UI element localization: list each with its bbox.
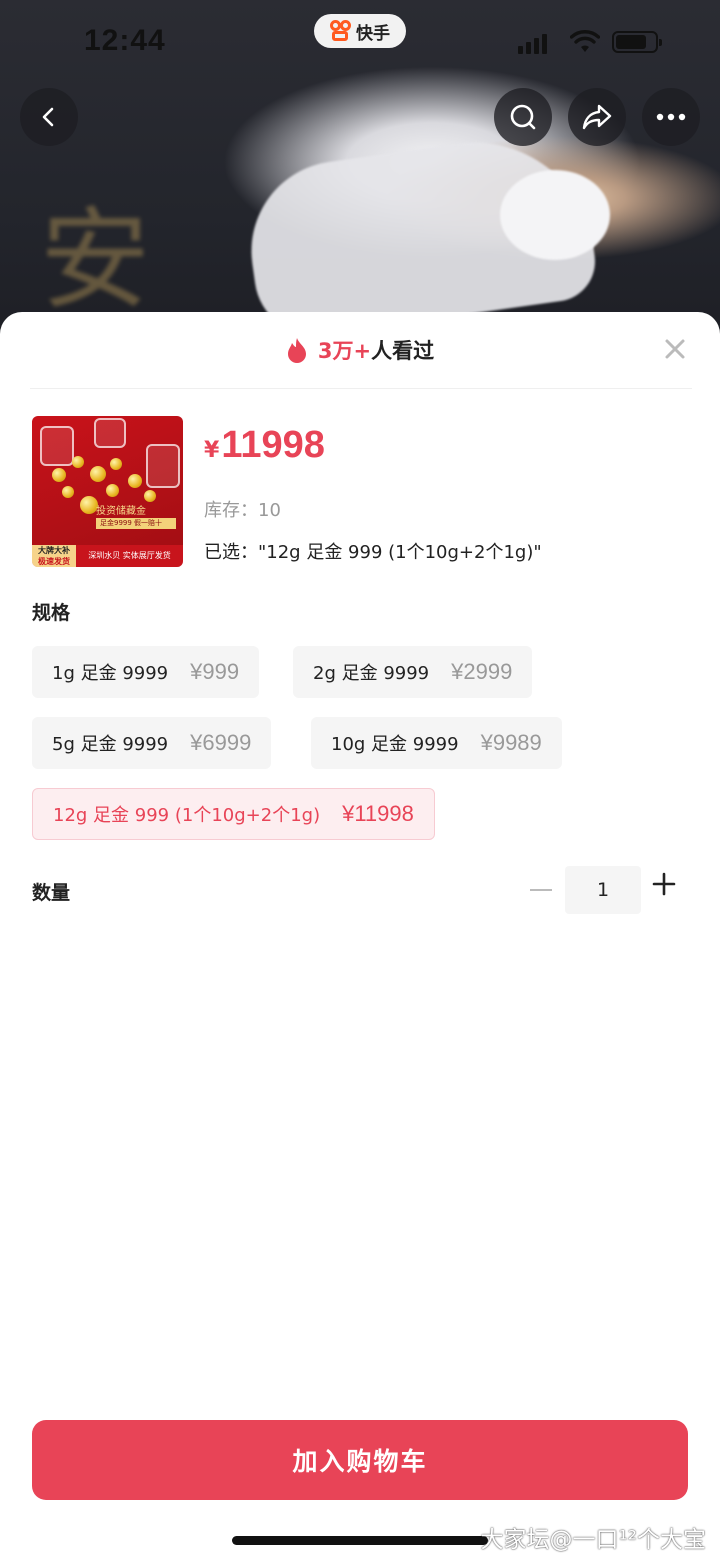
search-button[interactable] <box>494 88 552 146</box>
home-indicator[interactable] <box>232 1536 488 1545</box>
add-to-cart-button[interactable]: 加入购物车 <box>32 1420 688 1500</box>
thumb-badge: 大牌大补 极速发货 <box>32 545 76 567</box>
spec-option-2g[interactable]: 2g 足金 9999 ¥2999 <box>293 646 533 698</box>
spec-option-name: 10g 足金 9999 <box>331 734 459 755</box>
stock-text: 库存：10 <box>204 500 281 521</box>
background-character: 安 <box>40 196 150 324</box>
product-thumbnail[interactable]: 投资储藏金 足金9999 假一赔十 大牌大补 极速发货 深圳水贝 实体展厅发货 <box>32 416 183 567</box>
watermark-text: 大家坛@一口¹²个大宝 <box>480 1527 706 1553</box>
spec-option-5g[interactable]: 5g 足金 9999 ¥6999 <box>32 717 272 769</box>
minus-icon <box>530 889 552 891</box>
plus-icon[interactable] <box>652 872 676 896</box>
price-currency: ¥ <box>204 438 220 463</box>
chevron-left-icon <box>42 107 54 127</box>
battery-icon <box>612 31 662 53</box>
thumb-shipping-text: 深圳水贝 实体展厅发货 <box>76 545 183 567</box>
spec-section-title: 规格 <box>32 602 71 624</box>
spec-option-price: ¥2999 <box>451 659 513 684</box>
thumb-badge-line1: 大牌大补 <box>38 546 70 555</box>
spec-option-price: ¥6999 <box>190 730 252 755</box>
spec-option-price: ¥11998 <box>342 801 414 826</box>
app-name: 快手 <box>356 23 390 44</box>
cellular-signal-icon <box>518 32 548 54</box>
views-count: 3万+ <box>317 339 372 363</box>
sheet-header: 3万+ 人看过 <box>0 312 720 388</box>
status-bar: 12:44 快手 <box>0 0 720 84</box>
share-button[interactable] <box>568 88 626 146</box>
spec-option-name: 5g 足金 9999 <box>52 734 169 755</box>
selected-spec-text: 已选："12g 足金 999 (1个10g+2个1g)" <box>204 542 542 563</box>
app-indicator-pill[interactable]: 快手 <box>314 14 406 48</box>
spec-option-name: 2g 足金 9999 <box>313 663 430 684</box>
gold-bead <box>144 490 156 502</box>
gold-bead <box>90 466 106 482</box>
gloved-fingertip <box>500 170 610 260</box>
views-suffix: 人看过 <box>371 339 435 363</box>
spec-option-10g[interactable]: 10g 足金 9999 ¥9989 <box>311 717 562 769</box>
spec-option-name: 12g 足金 999 (1个10g+2个1g) <box>53 805 321 826</box>
spec-option-name: 1g 足金 9999 <box>52 663 169 684</box>
search-icon <box>510 104 536 130</box>
gold-bead <box>52 468 66 482</box>
spec-option-price: ¥999 <box>190 659 240 684</box>
status-time: 12:44 <box>84 24 166 57</box>
close-icon[interactable] <box>660 334 690 364</box>
gold-bead <box>128 474 142 488</box>
thumb-jar <box>146 444 180 488</box>
share-icon <box>582 104 612 130</box>
thumb-tag-strip: 足金9999 假一赔十 <box>96 518 176 529</box>
quantity-value[interactable]: 1 <box>565 866 641 914</box>
gold-bead <box>72 456 84 468</box>
product-price: ¥ 11998 <box>204 424 325 467</box>
gold-bead <box>106 484 119 497</box>
wifi-icon <box>570 30 600 52</box>
fire-icon <box>287 338 306 363</box>
thumb-jar <box>94 418 126 448</box>
price-value: 11998 <box>221 424 325 466</box>
sku-bottom-sheet: 3万+ 人看过 投资储藏金 足金9999 假一赔十 大牌大补 极速发货 深圳水贝… <box>0 312 720 1558</box>
quantity-section-title: 数量 <box>32 882 71 904</box>
header-divider <box>30 388 692 389</box>
gold-bead <box>62 486 74 498</box>
thumb-tag-title: 投资储藏金 <box>96 506 146 517</box>
thumb-badge-line2: 极速发货 <box>38 557 70 566</box>
kuaishou-logo-icon <box>330 20 352 42</box>
thumb-bottom-bar: 大牌大补 极速发货 深圳水贝 实体展厅发货 <box>32 545 183 567</box>
more-button[interactable] <box>642 88 700 146</box>
spec-option-price: ¥9989 <box>480 730 542 755</box>
spec-option-1g[interactable]: 1g 足金 9999 ¥999 <box>32 646 260 698</box>
more-icon <box>656 113 686 121</box>
spec-option-12g-selected[interactable]: 12g 足金 999 (1个10g+2个1g) ¥11998 <box>32 788 435 840</box>
gold-bead <box>110 458 122 470</box>
thumb-jar <box>40 426 74 466</box>
back-button[interactable] <box>20 88 78 146</box>
